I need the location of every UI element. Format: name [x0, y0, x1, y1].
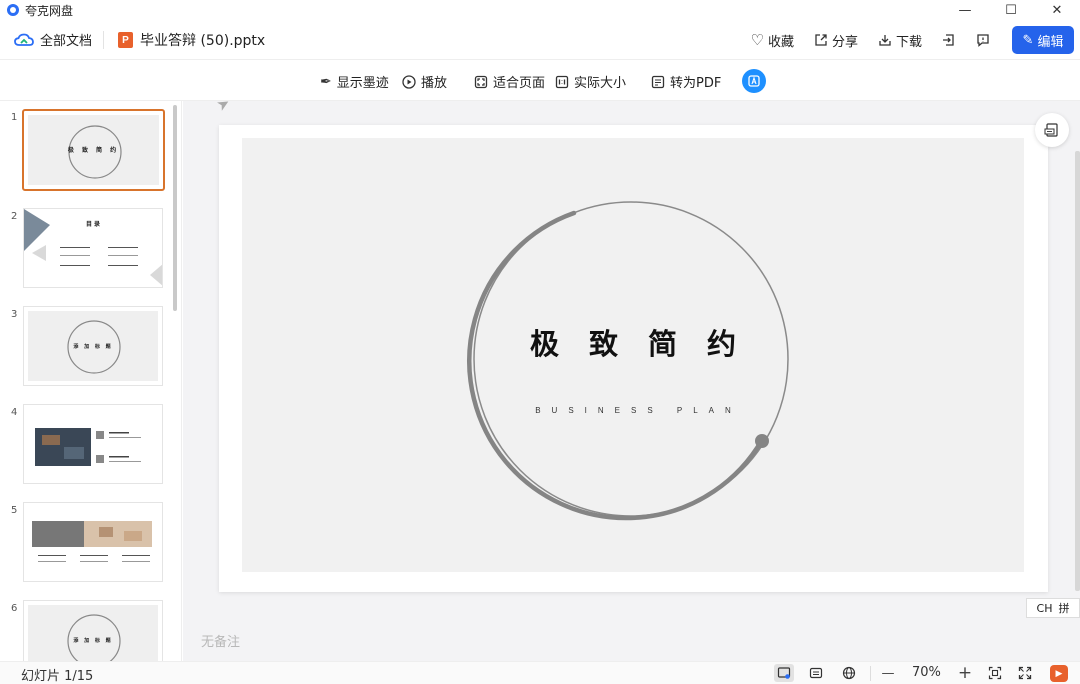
thumb-number: 6 [11, 603, 18, 614]
pdf-icon [651, 75, 665, 88]
fullscreen-icon [1018, 666, 1032, 680]
notes-icon [809, 667, 823, 679]
slide-title: 极致简约 [529, 327, 766, 361]
feather-icon: ✒ [320, 73, 332, 90]
slide-thumbnail-6[interactable]: 添 加 标 题 [23, 600, 163, 661]
thumb-title: 添 加 标 题 [73, 638, 113, 644]
thumb-title: 目 录 [85, 221, 101, 228]
zoom-level: 70% [912, 665, 941, 680]
play-button[interactable]: 播放 [402, 72, 447, 91]
slide-thumbnail-3[interactable]: 添 加 标 题 [23, 306, 163, 386]
status-bar: 幻灯片 1/15 — 70% + ▶ [0, 661, 1080, 684]
close-button[interactable]: ✕ [1034, 0, 1080, 20]
pdf-convert-float-button[interactable] [1035, 113, 1069, 147]
feedback-button[interactable] [976, 26, 990, 54]
breadcrumb-root[interactable]: 全部文档 [14, 30, 92, 49]
convert-pdf-button[interactable]: 转为PDF [651, 72, 721, 91]
ai-assistant-button[interactable] [742, 69, 766, 93]
app-logo-icon [7, 4, 19, 16]
view-toolbar: ✒ 显示墨迹 播放 适合页面 实际大小 转为PDF [0, 61, 1080, 101]
thumb-number: 1 [11, 112, 18, 123]
thumbnail-ring [67, 614, 121, 661]
slide-thumbnail-4[interactable] [23, 404, 163, 484]
ai-icon [748, 75, 760, 87]
slide-canvas: ➤ 极致简约 BUSINESS PLAN 无备注 CH 拼 [183, 93, 1080, 661]
fit-window-button[interactable] [985, 664, 1005, 682]
fit-page-icon [474, 75, 488, 88]
breadcrumb-file: P 毕业答辩 (50).pptx [118, 30, 265, 50]
share-button[interactable]: 分享 [814, 26, 858, 54]
thumb-number: 3 [11, 309, 18, 320]
file-name: 毕业答辩 (50).pptx [140, 33, 266, 49]
app-title: 夸克网盘 [25, 3, 74, 18]
slide-view-button[interactable] [774, 664, 794, 682]
thumbnail-art [35, 428, 141, 466]
all-documents-link[interactable]: 全部文档 [40, 30, 92, 49]
sidebar-scrollbar[interactable] [173, 105, 177, 311]
slide-frame: 极致简约 BUSINESS PLAN [219, 125, 1048, 592]
pdf-doc-icon [1044, 123, 1058, 137]
maximize-button[interactable]: ☐ [988, 0, 1034, 20]
cloud-icon [14, 33, 34, 46]
current-slide: 极致简约 BUSINESS PLAN [242, 138, 1024, 572]
edit-button[interactable]: ✎ 编辑 [1012, 26, 1074, 54]
slideshow-play-button[interactable]: ▶ [1050, 665, 1068, 682]
slide-thumbnail-1[interactable]: 极 致 简 约 [22, 109, 165, 191]
zoom-out-button[interactable]: — [878, 664, 898, 682]
thumb-number: 4 [11, 407, 18, 418]
download-button[interactable]: 下载 [878, 26, 922, 54]
thumb-title: 极 致 简 约 [67, 147, 120, 154]
language-button[interactable] [839, 664, 859, 682]
thumb-number: 5 [11, 505, 18, 516]
header-bar: 全部文档 P 毕业答辩 (50).pptx ♡ 收藏 分享 下载 ✎ 编辑 [0, 20, 1080, 60]
show-ink-button[interactable]: ✒ 显示墨迹 [320, 72, 389, 92]
fit-page-button[interactable]: 适合页面 [474, 72, 545, 91]
slide-thumbnail-panel: 1 极 致 简 约 2 目 录 3 添 加 标 题 4 5 6 添 加 标 题 [0, 101, 182, 661]
thumb-number: 2 [11, 211, 18, 222]
play-icon: ▶ [1055, 668, 1063, 679]
fit-window-icon [988, 666, 1002, 680]
minus-icon: — [881, 665, 895, 681]
ime-indicator[interactable]: CH 拼 [1026, 598, 1080, 618]
pptx-file-icon: P [118, 32, 133, 48]
play-circle-icon [402, 74, 416, 89]
share-icon [815, 34, 827, 46]
canvas-scrollbar[interactable] [1075, 151, 1080, 591]
title-bar: 夸克网盘 — ☐ ✕ [0, 0, 1080, 20]
export-icon [943, 34, 954, 46]
export-button[interactable] [942, 26, 956, 54]
thumb-title: 添 加 标 题 [73, 344, 113, 350]
heart-icon: ♡ [750, 31, 764, 49]
globe-icon [842, 666, 856, 680]
download-icon [879, 35, 891, 46]
slide-thumbnail-2[interactable]: 目 录 [23, 208, 163, 288]
notes-view-button[interactable] [806, 664, 826, 682]
plus-icon: + [957, 663, 973, 683]
slide-subtitle: BUSINESS PLAN [535, 406, 742, 415]
breadcrumb-divider [103, 31, 104, 49]
minimize-button[interactable]: — [942, 0, 988, 20]
actual-size-icon [555, 75, 569, 88]
slide-thumbnail-5[interactable] [23, 502, 163, 582]
favorite-button[interactable]: ♡ 收藏 [751, 26, 794, 54]
status-divider [870, 666, 871, 681]
notes-placeholder[interactable]: 无备注 [201, 631, 240, 650]
edit-icon: ✎ [1022, 32, 1034, 48]
thumbnail-art [32, 521, 152, 562]
slide-view-icon [777, 667, 791, 679]
actual-size-button[interactable]: 实际大小 [555, 72, 626, 91]
slide-counter: 幻灯片 1/15 [21, 669, 94, 684]
feedback-icon [977, 34, 989, 47]
fullscreen-button[interactable] [1015, 664, 1035, 682]
zoom-in-button[interactable]: + [955, 663, 975, 683]
